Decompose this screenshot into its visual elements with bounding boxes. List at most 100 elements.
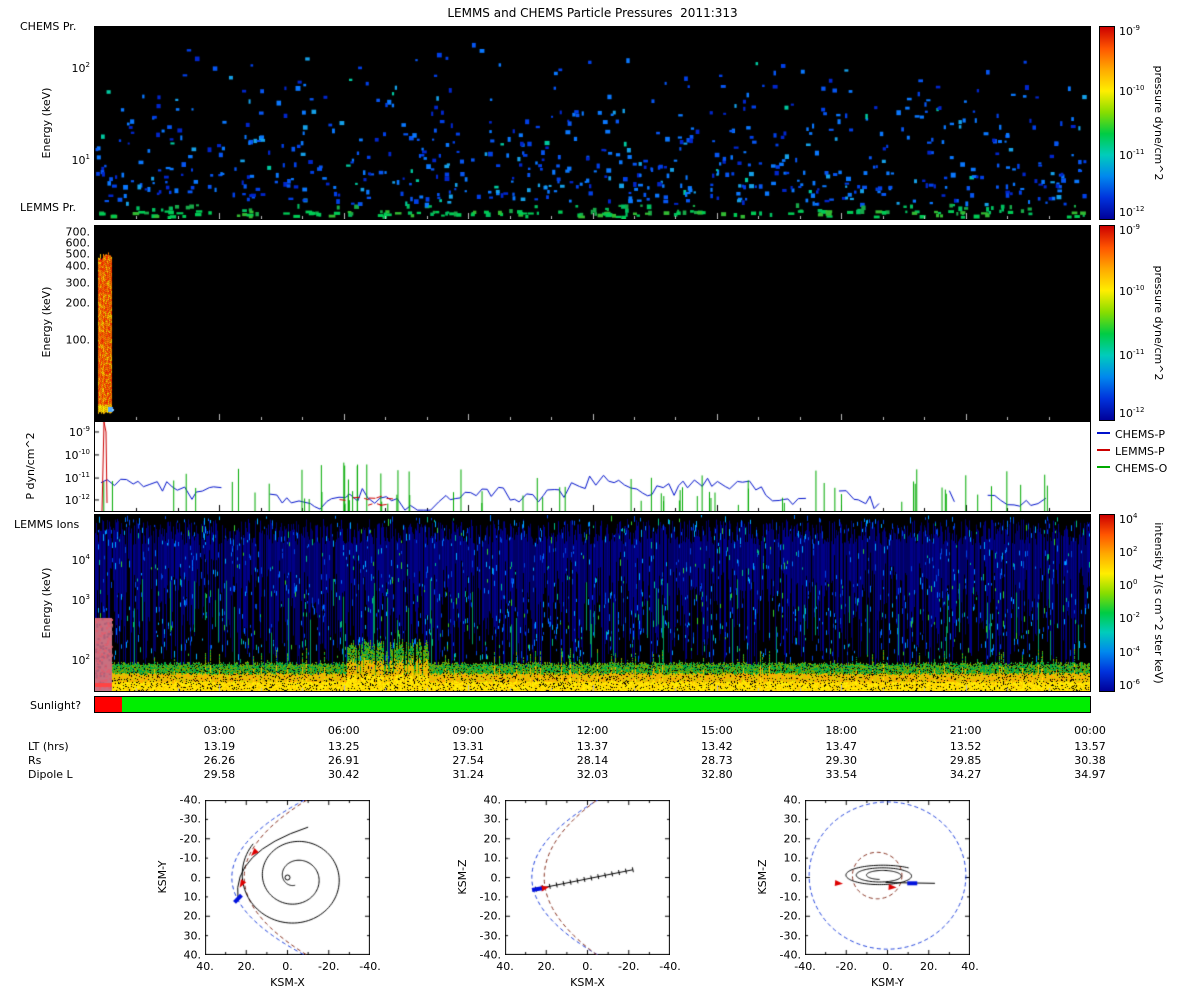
tick-label: 18:00 xyxy=(825,724,858,737)
lemms-ylabel: Energy (keV) xyxy=(40,286,53,358)
sunlight-label: Sunlight? xyxy=(30,699,82,712)
tick-label: 30.38 xyxy=(1074,754,1106,767)
tick-label: 40. xyxy=(483,793,502,807)
tick-label: -40. xyxy=(659,960,681,973)
ephemeris-label-lt: LT (hrs) xyxy=(28,740,69,753)
tick-label: 10-12 xyxy=(1119,205,1145,219)
tick-label: 10-4 xyxy=(1119,644,1140,659)
tick-label: 26.91 xyxy=(328,754,360,767)
tick-label: -40. xyxy=(794,960,816,973)
tick-label: 30. xyxy=(483,812,502,826)
tick-label: 10-9 xyxy=(1119,223,1140,237)
ephemeris-label-dipole: Dipole L xyxy=(28,768,73,781)
tick-label: 27.54 xyxy=(452,754,484,767)
tick-label: 13.57 xyxy=(1074,740,1106,753)
chems-p-line-swatch xyxy=(1097,432,1110,434)
tick-label: -20. xyxy=(318,960,340,973)
tick-label: 13.19 xyxy=(203,740,236,753)
intensity-colorbar xyxy=(1099,514,1115,692)
tick-label: -20. xyxy=(179,832,201,846)
tick-label: 20. xyxy=(537,960,556,973)
pressure-lines-canvas xyxy=(94,421,1091,512)
tick-label: -20. xyxy=(479,909,501,923)
chems-o-line-swatch xyxy=(1097,466,1110,468)
tick-label: -30. xyxy=(179,812,201,826)
tick-label: 32.03 xyxy=(576,768,609,781)
tick-label: 13.52 xyxy=(949,740,982,753)
tick-label: -20. xyxy=(835,960,857,973)
tick-label: 20. xyxy=(237,960,256,973)
tick-label: 104 xyxy=(71,553,90,567)
tick-label: 29.30 xyxy=(825,754,858,767)
tick-label: 31.24 xyxy=(452,768,484,781)
legend-label-lemms-p: LEMMS-P xyxy=(1115,445,1165,458)
lemms-spectrogram-canvas xyxy=(94,225,1091,421)
tick-label: 40. xyxy=(196,960,214,973)
tick-label: 100. xyxy=(65,333,91,347)
tick-label: 10-11 xyxy=(64,471,90,485)
tick-label: 34.27 xyxy=(949,768,982,781)
page-title: LEMMS and CHEMS Particle Pressures 2011:… xyxy=(447,6,738,20)
chems-panel-label: CHEMS Pr. xyxy=(20,20,77,33)
tick-label: 300. xyxy=(65,276,91,290)
ions-spectrogram-canvas xyxy=(94,514,1091,692)
ions-ylabel: Energy (keV) xyxy=(40,567,53,639)
tick-label: 00:00 xyxy=(1074,724,1106,737)
tick-label: 20. xyxy=(483,832,502,846)
orbit-xy-canvas xyxy=(205,800,370,955)
tick-label: 26.26 xyxy=(203,754,236,767)
tick-label: 102 xyxy=(1119,544,1138,559)
orbit-xz-xlabel: KSM-X xyxy=(570,976,605,989)
tick-label: 10-9 xyxy=(69,425,90,439)
tick-label: 40. xyxy=(496,960,514,973)
tick-label: 09:00 xyxy=(452,724,484,737)
tick-label: 13.31 xyxy=(452,740,484,753)
tick-label: 30.42 xyxy=(328,768,360,781)
tick-label: 29.85 xyxy=(949,754,982,767)
tick-label: -40. xyxy=(179,793,201,807)
lemms-p-line-swatch xyxy=(1097,449,1110,451)
tick-label: 10-11 xyxy=(1119,148,1145,162)
tick-label: 10-10 xyxy=(1119,283,1145,298)
orbit-xy-ylabel: KSM-Y xyxy=(156,860,169,894)
tick-label: -10. xyxy=(779,890,801,904)
tick-label: 12:00 xyxy=(576,724,609,737)
tick-label: 40. xyxy=(783,793,802,807)
tick-label: 29.58 xyxy=(203,768,236,781)
tick-label: 20. xyxy=(783,832,802,846)
legend-item-chems-o: CHEMS-O xyxy=(1097,462,1167,475)
chems-spectrogram-canvas xyxy=(94,26,1091,220)
tick-label: -20. xyxy=(779,909,801,923)
legend-item-lemms-p: LEMMS-P xyxy=(1097,445,1165,458)
tick-label: 10. xyxy=(483,851,502,865)
legend-label-chems-o: CHEMS-O xyxy=(1115,462,1168,475)
tick-label: 103 xyxy=(71,593,90,607)
tick-label: 28.14 xyxy=(576,754,609,767)
pressure-colorbar-top xyxy=(1099,26,1115,220)
tick-label: 13.25 xyxy=(328,740,360,753)
ephemeris-label-rs: Rs xyxy=(28,754,42,767)
orbit-yz-canvas xyxy=(805,800,970,955)
tick-label: 10. xyxy=(183,890,202,904)
cb4-title: intensity 1/(s cm^2 ster keV) xyxy=(1152,522,1165,684)
tick-label: 28.73 xyxy=(701,754,733,767)
cassini-particle-pressure-figure: LEMMS and CHEMS Particle Pressures 2011:… xyxy=(0,0,1200,1000)
orbit-yz-ylabel: KSM-Z xyxy=(756,859,769,895)
tick-label: 10-12 xyxy=(64,493,90,507)
tick-label: 10. xyxy=(783,851,802,865)
orbit-xz-ylabel: KSM-Z xyxy=(456,859,469,895)
tick-label: 10-12 xyxy=(1119,406,1145,420)
tick-label: 102 xyxy=(71,61,90,75)
tick-label: -10. xyxy=(479,890,501,904)
tick-label: 32.80 xyxy=(701,768,733,781)
tick-label: 34.97 xyxy=(1074,768,1106,781)
legend-label-chems-p: CHEMS-P xyxy=(1115,428,1165,441)
orbit-xy-xlabel: KSM-X xyxy=(270,976,305,989)
ions-panel-label: LEMMS Ions xyxy=(14,518,80,531)
tick-label: 10-10 xyxy=(1119,84,1145,98)
tick-label: 10-6 xyxy=(1119,678,1140,692)
tick-label: 20. xyxy=(183,909,202,923)
tick-label: 101 xyxy=(71,153,90,167)
cb2-title: pressure dyne/cm^2 xyxy=(1152,265,1165,381)
pressure-ylabel: P dyn/cm^2 xyxy=(24,432,37,500)
